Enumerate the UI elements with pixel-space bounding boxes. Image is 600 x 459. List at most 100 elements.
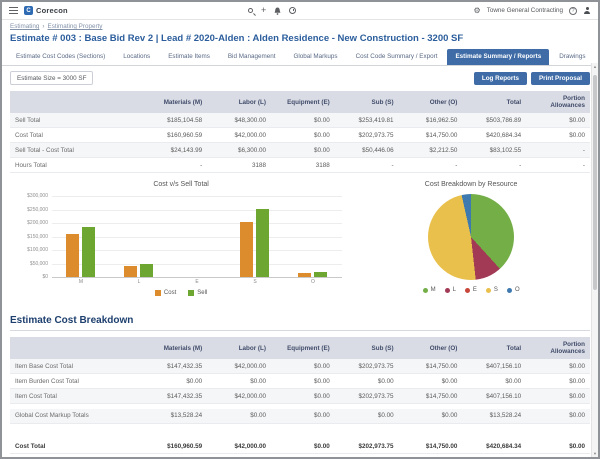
column-header-sub-s: Sub (S) — [334, 91, 399, 113]
cell-value: $0.00 — [526, 373, 590, 389]
legend-label: L — [452, 287, 456, 293]
cell-value: $50,446.06 — [334, 142, 399, 158]
bar-sell-l — [140, 263, 153, 277]
hamburger-menu-icon[interactable] — [9, 7, 18, 14]
cell-value: $0.00 — [270, 113, 335, 128]
scroll-down-arrow-icon[interactable]: ▼ — [592, 451, 598, 456]
gear-icon[interactable]: ⚙ — [474, 6, 481, 15]
cell-value: $185,104.58 — [143, 113, 208, 128]
bar-cost-s — [240, 222, 253, 277]
cell-value: $24,143.99 — [143, 142, 208, 158]
tab-cost-code-summary-export[interactable]: Cost Code Summary / Export — [348, 49, 446, 65]
column-header-labor-l: Labor (L) — [207, 337, 271, 359]
row-label: Cost Total — [10, 127, 144, 143]
estimate-size-chip: Estimate Size = 3000 SF — [10, 71, 94, 85]
cell-value: $0.00 — [270, 373, 335, 389]
vertical-scrollbar: ▲ ▼ — [591, 63, 598, 457]
corecon-logo-icon[interactable]: C — [24, 6, 33, 15]
scrollbar-thumb[interactable] — [593, 75, 597, 290]
cell-value: $13,528.24 — [462, 408, 527, 424]
cell-value: $0.00 — [270, 439, 335, 454]
tab-drawings[interactable]: Drawings — [551, 49, 593, 65]
company-name[interactable]: Towne General Contracting — [487, 7, 563, 14]
table-row-global-cost-markup-totals: Global Cost Markup Totals $13,528.24 $0.00… — [10, 408, 590, 424]
breakdown-table: Materials (M) Labor (L) Equipment (E) Sub (… — [10, 337, 590, 457]
y-axis-tick: $100,000 — [27, 247, 48, 253]
cell-value: $2,212.50 — [398, 142, 463, 158]
bell-icon[interactable] — [274, 7, 281, 15]
row-label: Hours Total — [10, 157, 144, 173]
tab-global-markups[interactable]: Global Markups — [285, 49, 345, 65]
cell-value: $14,750.00 — [398, 388, 463, 404]
legend-label: E — [472, 287, 477, 293]
cell-value: $42,000.00 — [207, 127, 271, 143]
cell-value: $0.00 — [270, 388, 335, 404]
legend-label: Cost — [163, 290, 177, 296]
column-header-equipment-e: Equipment (E) — [270, 337, 335, 359]
log-reports-button[interactable]: Log Reports — [473, 71, 527, 85]
cell-value: $0.00 — [526, 127, 590, 143]
column-header-total: Total — [462, 91, 527, 113]
row-label: Sell Total — [10, 113, 144, 128]
breadcrumb-link-estimating-property[interactable]: Estimating Property — [48, 23, 103, 30]
y-axis-tick: $0 — [42, 274, 48, 280]
clock-icon[interactable] — [289, 7, 297, 14]
legend-label: M — [430, 287, 436, 293]
cell-value: $0.00 — [270, 359, 335, 374]
column-header-portion-allowances: Portion Allowances — [526, 337, 590, 359]
tab-estimate-items[interactable]: Estimate Items — [160, 49, 218, 65]
legend-dot-icon — [506, 287, 512, 293]
row-label: Sell Total - Cost Total — [10, 142, 144, 158]
cell-value: $83,102.55 — [462, 142, 527, 158]
scroll-up-arrow-icon[interactable]: ▲ — [592, 64, 598, 69]
row-label: Item Base Cost Total — [10, 359, 144, 374]
column-header-materials-m: Materials (M) — [143, 91, 208, 113]
pie-chart — [428, 194, 515, 280]
legend-item-sell: Sell — [188, 290, 207, 296]
tab-estimate-summary-reports[interactable]: Estimate Summary / Reports — [447, 49, 550, 65]
table-row-item-burden-cost-total: Item Burden Cost Total $0.00 $0.00 $0.00 $0.… — [10, 373, 590, 389]
cell-value: $6,300.00 — [207, 142, 271, 158]
cell-value: $503,786.89 — [462, 113, 527, 128]
column-header-materials-m: Materials (M) — [143, 337, 208, 359]
table-row-sell-total-cost-total: Sell Total - Cost Total $24,143.99 $6,300.… — [10, 142, 590, 158]
cell-value: $160,960.59 — [143, 127, 208, 143]
cell-value: $42,000.00 — [207, 439, 271, 454]
cell-value: $0.00 — [526, 359, 590, 374]
cell-value: $420,684.34 — [462, 127, 527, 143]
gridline — [52, 223, 343, 224]
cell-value: $14,750.00 — [398, 359, 463, 374]
cell-value: 3188 — [207, 157, 271, 173]
legend-dot-icon — [422, 287, 428, 293]
print-proposal-button[interactable]: Print Proposal — [530, 71, 590, 85]
pie-legend-item-m: M — [422, 287, 436, 293]
search-icon[interactable] — [248, 8, 253, 13]
legend-swatch-icon — [188, 290, 195, 296]
legend-label: S — [493, 287, 498, 293]
cell-value: - — [334, 157, 399, 173]
pie-legend-item-e: E — [464, 287, 477, 293]
cell-value: $253,419.81 — [334, 113, 399, 128]
pie-chart-legend: MLESO — [352, 287, 590, 293]
legend-label: O — [514, 287, 520, 293]
cell-value: $407,156.10 — [462, 359, 527, 374]
tab-estimate-cost-codes-sections[interactable]: Estimate Cost Codes (Sections) — [8, 49, 113, 65]
legend-dot-icon — [485, 287, 491, 293]
help-icon[interactable]: ? — [569, 6, 577, 15]
tab-bid-management[interactable]: Bid Management — [220, 49, 284, 65]
tab-locations[interactable]: Locations — [115, 49, 158, 65]
plus-icon[interactable]: + — [261, 6, 266, 15]
cell-value: $0.00 — [270, 408, 335, 424]
summary-table-header-row: Materials (M) Labor (L) Equipment (E) Sub (… — [10, 91, 590, 113]
cell-value: 3188 — [270, 157, 335, 173]
user-icon[interactable] — [583, 7, 591, 15]
cell-value: $0.00 — [270, 142, 335, 158]
topbar-icon-group: + — [248, 6, 297, 15]
column-header-labor-l: Labor (L) — [207, 91, 271, 113]
breadcrumb-link-estimating[interactable]: Estimating — [10, 23, 39, 30]
legend-label: Sell — [197, 290, 208, 296]
cell-value: $202,973.75 — [334, 388, 399, 404]
x-axis-tick: S — [253, 279, 257, 285]
cell-value: $160,960.59 — [143, 439, 208, 454]
row-label-column-header — [10, 91, 144, 113]
